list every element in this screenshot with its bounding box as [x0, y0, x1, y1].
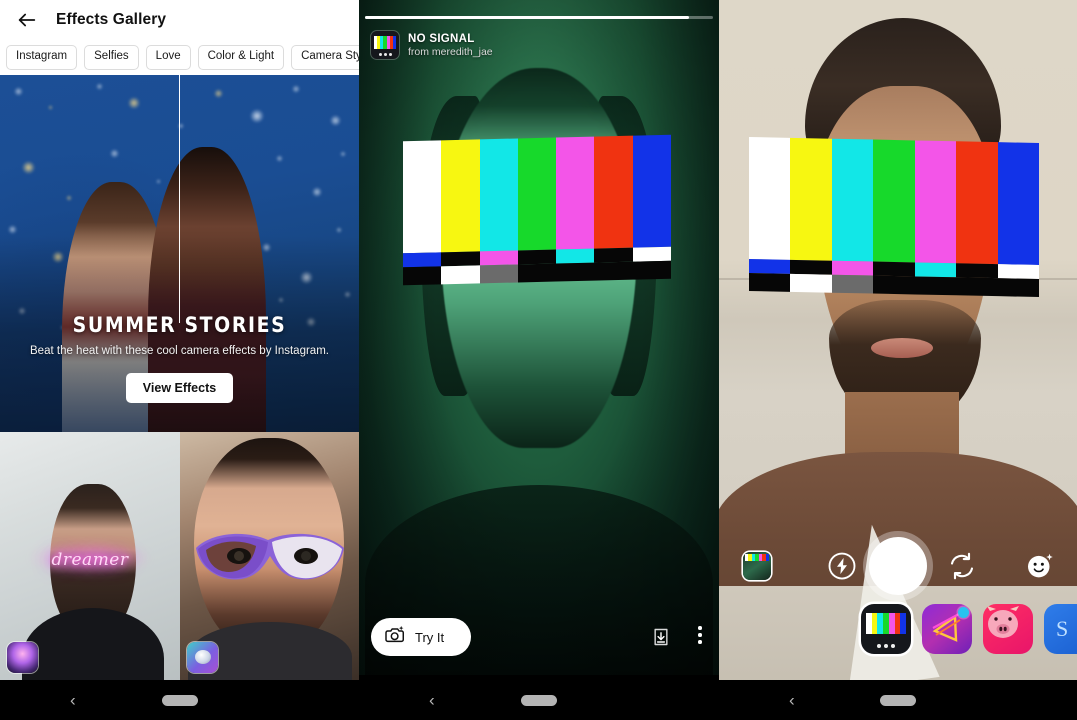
try-it-button[interactable]: Try It: [371, 618, 471, 656]
effect-author[interactable]: from meredith_jae: [408, 46, 493, 58]
purple-mask-overlay: [195, 533, 344, 580]
effect-preview-video[interactable]: [359, 0, 719, 675]
effect-tile-mask[interactable]: [179, 432, 359, 680]
android-navbar-1: ‹: [0, 680, 359, 720]
effect-tile-row: dreamer: [0, 75, 359, 680]
effect-neon-triangle[interactable]: [922, 604, 972, 654]
color-bars-overlay: [403, 134, 671, 286]
nav-back-icon[interactable]: ‹: [429, 692, 435, 709]
preview-vignette: [359, 0, 719, 675]
tab-camera-style[interactable]: Camera Style: [291, 45, 359, 70]
preview-action-bar: Try It: [359, 608, 719, 680]
tab-color-and-light[interactable]: Color & Light: [197, 45, 285, 70]
panel-effects-gallery: Effects Gallery Instagram Selfies Love C…: [0, 0, 359, 720]
try-it-label: Try It: [415, 629, 445, 645]
flash-icon[interactable]: [827, 551, 857, 581]
android-navbar-3: ‹: [719, 680, 1077, 720]
story-progress-bar: [365, 16, 713, 19]
tab-instagram[interactable]: Instagram: [6, 45, 78, 70]
nav-home-pill[interactable]: [880, 694, 916, 706]
gallery-thumbnail-icon[interactable]: [743, 552, 771, 580]
three-phone-screenshots: Effects Gallery Instagram Selfies Love C…: [0, 0, 1077, 720]
panel-camera: S ‹: [719, 0, 1077, 720]
face-effects-icon[interactable]: [1025, 551, 1055, 581]
android-navbar-2: ‹: [359, 680, 719, 720]
hero-subtitle: Beat the heat with these cool camera eff…: [30, 345, 329, 357]
nav-home-pill[interactable]: [521, 694, 557, 706]
category-tabs[interactable]: Instagram Selfies Love Color & Light Cam…: [0, 40, 359, 75]
tv-test-pattern-icon: [371, 31, 399, 59]
svg-text:S: S: [1056, 616, 1068, 641]
save-effect-icon[interactable]: [651, 627, 671, 647]
effect-tile-dreamer[interactable]: dreamer: [0, 432, 180, 680]
effect-pig-face[interactable]: [983, 604, 1033, 654]
tab-love[interactable]: Love: [145, 45, 191, 70]
tile-overlay-text: dreamer: [51, 550, 129, 570]
blue-effect-icon: S: [1056, 616, 1068, 641]
hero-text-block: SUMMER STORIES Beat the heat with these …: [0, 313, 359, 404]
panel-effect-preview: NO SIGNAL from meredith_jae Try It ‹: [359, 0, 719, 720]
face-effect-badge-icon[interactable]: [186, 642, 218, 673]
camera-controls: [719, 537, 1077, 595]
nav-back-icon[interactable]: ‹: [70, 692, 76, 709]
tile-divider: [179, 75, 180, 323]
orb-effect-badge-icon[interactable]: [7, 642, 38, 673]
gallery-header: Effects Gallery: [0, 0, 359, 40]
tab-selfies[interactable]: Selfies: [84, 45, 139, 70]
effect-attribution[interactable]: NO SIGNAL from meredith_jae: [371, 31, 493, 59]
view-effects-button[interactable]: View Effects: [125, 373, 234, 404]
camera-sparkle-icon: [385, 625, 406, 649]
gallery-scroll[interactable]: SUMMER STORIES Beat the heat with these …: [0, 75, 359, 680]
nav-home-pill[interactable]: [161, 694, 198, 706]
color-bars-overlay: [749, 136, 1039, 298]
story-progress-fill: [365, 16, 689, 19]
subject-mouth: [871, 338, 933, 358]
pig-face-icon: [987, 606, 1019, 638]
effect-blue[interactable]: S: [1044, 604, 1077, 654]
new-effect-badge: [958, 607, 969, 618]
effect-title: NO SIGNAL: [408, 32, 475, 45]
more-options-icon[interactable]: [698, 626, 702, 647]
effect-no-signal[interactable]: [861, 604, 911, 654]
effects-carousel[interactable]: S: [719, 600, 1077, 658]
nav-back-icon[interactable]: ‹: [789, 692, 795, 709]
flip-camera-icon[interactable]: [947, 551, 977, 581]
page-title: Effects Gallery: [56, 11, 167, 28]
shutter-button[interactable]: [869, 537, 927, 595]
back-arrow-icon[interactable]: [16, 9, 38, 31]
